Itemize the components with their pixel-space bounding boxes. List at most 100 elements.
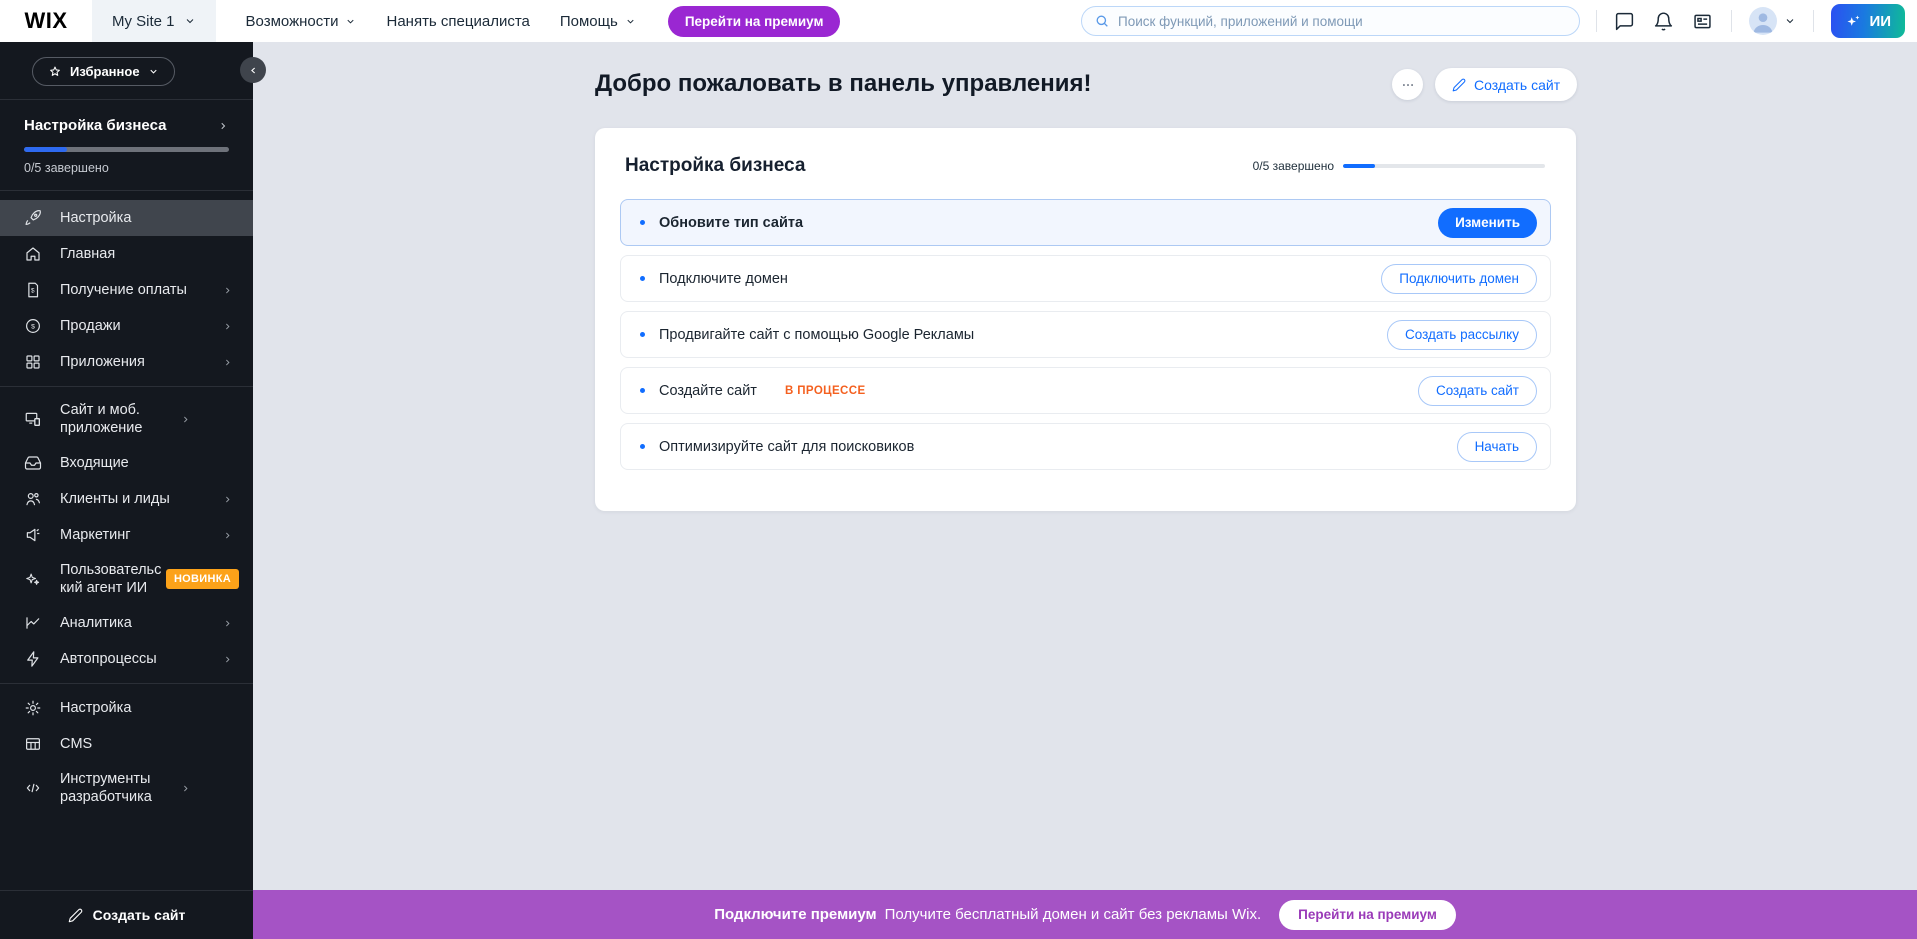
svg-text:$: $: [31, 324, 35, 331]
sidebar: Избранное Настройка бизнеса 0/5 завершен…: [0, 42, 253, 939]
business-setup-panel[interactable]: Настройка бизнеса 0/5 завершено: [0, 100, 253, 190]
topbar-right-controls: ИИ: [1596, 0, 1905, 42]
premium-banner-button[interactable]: Перейти на премиум: [1279, 900, 1456, 930]
more-options-button[interactable]: [1392, 69, 1423, 100]
sidebar-item-site-and-app[interactable]: Сайт и моб. приложение: [0, 393, 253, 445]
sidebar-item-label: Продажи: [60, 317, 204, 335]
bullet-icon: [640, 276, 645, 281]
sidebar-item-cms[interactable]: CMS: [0, 726, 253, 762]
nav-hire-label: Нанять специалиста: [386, 13, 529, 30]
chevron-right-icon: [217, 120, 229, 132]
sidebar-item-payments[interactable]: $ Получение оплаты: [0, 272, 253, 308]
main-content: Добро пожаловать в панель управления! Со…: [253, 42, 1917, 890]
wix-logo[interactable]: WIX: [0, 8, 92, 34]
divider: [0, 386, 253, 387]
sidebar-item-ai-agent[interactable]: Пользовательский агент ИИ НОВИНКА: [0, 553, 253, 605]
nav-help[interactable]: Помощь: [560, 13, 636, 30]
top-navigation: Возможности Нанять специалиста Помощь: [246, 13, 636, 30]
sidebar-item-label: Клиенты и лиды: [60, 490, 204, 508]
task-create-site[interactable]: Создайте сайт В ПРОЦЕССЕ Создать сайт: [620, 367, 1551, 414]
sidebar-item-sales[interactable]: $ Продажи: [0, 308, 253, 344]
task-action-button[interactable]: Начать: [1457, 432, 1537, 462]
task-action-button[interactable]: Подключить домен: [1381, 264, 1537, 294]
sidebar-item-label: Инструменты разработчика: [60, 770, 162, 806]
favorites-label: Избранное: [70, 64, 140, 79]
sidebar-item-apps[interactable]: Приложения: [0, 344, 253, 380]
sidebar-create-site-button[interactable]: Создать сайт: [0, 890, 253, 939]
sidebar-item-contacts[interactable]: Клиенты и лиды: [0, 481, 253, 517]
sidebar-item-label: Автопроцессы: [60, 650, 204, 668]
sidebar-item-setup[interactable]: Настройка: [0, 200, 253, 236]
wix-dashboard: WIX My Site 1 Возможности Нанять специал…: [0, 0, 1917, 939]
business-setup-title: Настройка бизнеса: [24, 117, 166, 134]
card-progress-bar: [1343, 164, 1545, 168]
task-action-button[interactable]: Создать сайт: [1418, 376, 1537, 406]
search-icon: [1094, 13, 1110, 29]
updates-feed-icon[interactable]: [1692, 10, 1714, 32]
sidebar-item-inbox[interactable]: Входящие: [0, 445, 253, 481]
home-icon: [24, 245, 42, 263]
sidebar-item-home[interactable]: Главная: [0, 236, 253, 272]
code-icon: [24, 779, 42, 797]
chevron-right-icon: [222, 618, 233, 629]
task-action-button[interactable]: Изменить: [1438, 208, 1537, 238]
create-site-button[interactable]: Создать сайт: [1435, 68, 1577, 101]
divider: [1596, 10, 1597, 32]
pencil-icon: [68, 908, 83, 923]
sidebar-item-settings[interactable]: Настройка: [0, 690, 253, 726]
sparkle-icon: [24, 570, 42, 588]
chevron-right-icon: [180, 783, 191, 794]
nav-help-label: Помощь: [560, 13, 618, 30]
nav-features[interactable]: Возможности: [246, 13, 357, 30]
avatar: [1749, 7, 1777, 35]
setup-task-list: Обновите тип сайта Изменить Подключите д…: [595, 193, 1576, 470]
setup-progress-text: 0/5 завершено: [24, 161, 229, 175]
task-seo-optimize[interactable]: Оптимизируйте сайт для поисковиков Начат…: [620, 423, 1551, 470]
sidebar-item-label: Получение оплаты: [60, 281, 204, 299]
sidebar-item-dev-tools[interactable]: Инструменты разработчика: [0, 762, 253, 814]
account-menu[interactable]: [1749, 7, 1796, 35]
search-bar[interactable]: [1081, 6, 1580, 36]
sidebar-item-label: Маркетинг: [60, 526, 204, 544]
inbox-icon: [24, 454, 42, 472]
ai-button-label: ИИ: [1869, 13, 1891, 30]
sidebar-item-label: Пользовательский агент ИИ: [60, 561, 162, 597]
premium-banner-bold: Подключите премиум: [714, 906, 876, 923]
sidebar-item-automations[interactable]: Автопроцессы: [0, 641, 253, 677]
sidebar-item-label: Главная: [60, 245, 233, 263]
sidebar-item-analytics[interactable]: Аналитика: [0, 605, 253, 641]
chevron-right-icon: [180, 414, 191, 425]
notifications-bell-icon[interactable]: [1653, 10, 1675, 32]
apps-grid-icon: [24, 353, 42, 371]
chevron-right-icon: [222, 654, 233, 665]
chevron-down-icon: [625, 16, 636, 27]
sidebar-item-label: Входящие: [60, 454, 233, 472]
upgrade-premium-button[interactable]: Перейти на премиум: [668, 6, 841, 37]
site-selector[interactable]: My Site 1: [92, 0, 216, 42]
site-selector-label: My Site 1: [112, 13, 175, 30]
sidebar-item-label: Приложения: [60, 353, 204, 371]
sidebar-collapse-button[interactable]: [240, 57, 266, 83]
bullet-icon: [640, 388, 645, 393]
divider: [1813, 10, 1814, 32]
search-input[interactable]: [1118, 14, 1567, 29]
task-update-site-type[interactable]: Обновите тип сайта Изменить: [620, 199, 1551, 246]
sidebar-create-site-label: Создать сайт: [93, 907, 186, 923]
card-header: Настройка бизнеса 0/5 завершено: [595, 128, 1576, 193]
task-action-button[interactable]: Создать рассылку: [1387, 320, 1537, 350]
task-label: Оптимизируйте сайт для поисковиков: [659, 439, 914, 455]
chevron-down-icon: [345, 16, 356, 27]
rocket-icon: [24, 209, 42, 227]
nav-hire-professional[interactable]: Нанять специалиста: [386, 13, 529, 30]
bullet-icon: [640, 220, 645, 225]
chat-icon[interactable]: [1614, 10, 1636, 32]
sidebar-item-label: Аналитика: [60, 614, 204, 632]
chevron-right-icon: [222, 494, 233, 505]
sidebar-item-marketing[interactable]: Маркетинг: [0, 517, 253, 553]
favorites-dropdown[interactable]: Избранное: [32, 57, 175, 86]
card-progress: 0/5 завершено: [1253, 159, 1545, 173]
ai-assistant-button[interactable]: ИИ: [1831, 4, 1905, 38]
task-label: Создайте сайт: [659, 383, 757, 399]
task-google-ads[interactable]: Продвигайте сайт с помощью Google Реклам…: [620, 311, 1551, 358]
task-connect-domain[interactable]: Подключите домен Подключить домен: [620, 255, 1551, 302]
